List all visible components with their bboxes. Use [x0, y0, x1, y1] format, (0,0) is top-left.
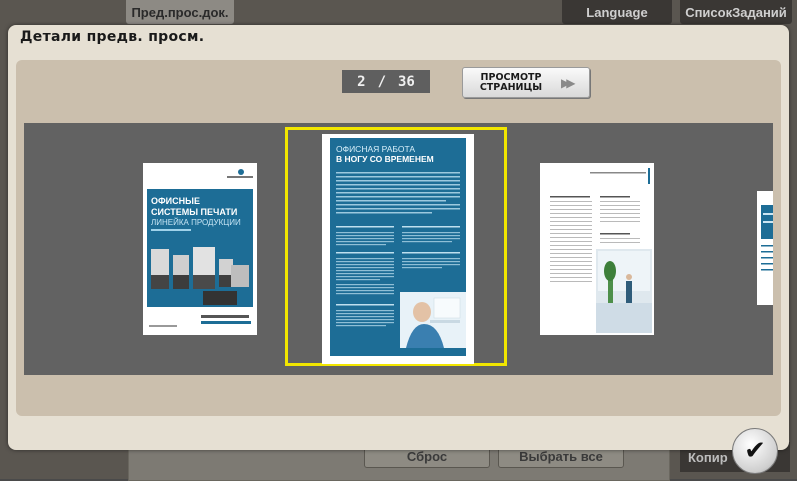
page-preview-label-line2: СТРАНИЦЫ	[479, 81, 543, 93]
page-1-subtitle: ЛИНЕЙКА ПРОДУКЦИИ	[151, 218, 241, 227]
page-3-artwork	[540, 163, 654, 335]
dialog-title: Детали предв. просм.	[20, 29, 205, 45]
tab-document-preview[interactable]: Пред.прос.док.	[126, 0, 234, 24]
page-total: 36	[398, 73, 415, 90]
page-1-title-line2: СИСТЕМЫ ПЕЧАТИ	[151, 207, 237, 217]
page-counter: 2 / 36	[342, 70, 430, 93]
page-1-artwork: ОФИСНЫЕ СИСТЕМЫ ПЕЧАТИ ЛИНЕЙКА ПРОДУКЦИИ	[143, 163, 257, 335]
page-thumbnail-1[interactable]: ОФИСНЫЕ СИСТЕМЫ ПЕЧАТИ ЛИНЕЙКА ПРОДУКЦИИ	[143, 163, 257, 335]
page-4-artwork	[757, 191, 773, 305]
page-2-title-line1: ОФИСНАЯ РАБОТА	[336, 144, 415, 154]
checkmark-icon: ✔	[744, 436, 766, 466]
page-thumbnail-4[interactable]	[757, 191, 773, 305]
page-separator: /	[377, 73, 386, 90]
preview-panel: 2 / 36 ПРОСМОТР СТРАНИЦЫ ▶▶ ОФИСНЫЕ СИСТ…	[16, 60, 781, 416]
page-thumbnail-viewer: ОФИСНЫЕ СИСТЕМЫ ПЕЧАТИ ЛИНЕЙКА ПРОДУКЦИИ	[24, 123, 773, 375]
tab-language[interactable]: Language	[562, 0, 672, 24]
confirm-button[interactable]: ✔	[732, 428, 778, 474]
page-preview-button[interactable]: ПРОСМОТР СТРАНИЦЫ ▶▶	[462, 67, 590, 98]
page-2-artwork: ОФИСНАЯ РАБОТА В НОГУ СО ВРЕМЕНЕМ	[322, 134, 474, 364]
page-current: 2	[357, 73, 366, 90]
page-2-title-line2: В НОГУ СО ВРЕМЕНЕМ	[336, 154, 434, 164]
page-thumbnail-3[interactable]	[540, 163, 654, 335]
page-1-title-line1: ОФИСНЫЕ	[151, 196, 200, 206]
page-thumbnail-2[interactable]: ОФИСНАЯ РАБОТА В НОГУ СО ВРЕМЕНЕМ	[322, 134, 474, 364]
tab-job-list[interactable]: СписокЗаданий	[680, 0, 792, 24]
page-preview-label-line1: ПРОСМОТР	[480, 71, 542, 83]
page-preview-label: ПРОСМОТР СТРАНИЦЫ	[463, 71, 559, 93]
preview-details-dialog: Детали предв. просм. 2 / 36 ПРОСМОТР СТР…	[8, 25, 789, 450]
fast-forward-icon: ▶▶	[561, 75, 576, 90]
